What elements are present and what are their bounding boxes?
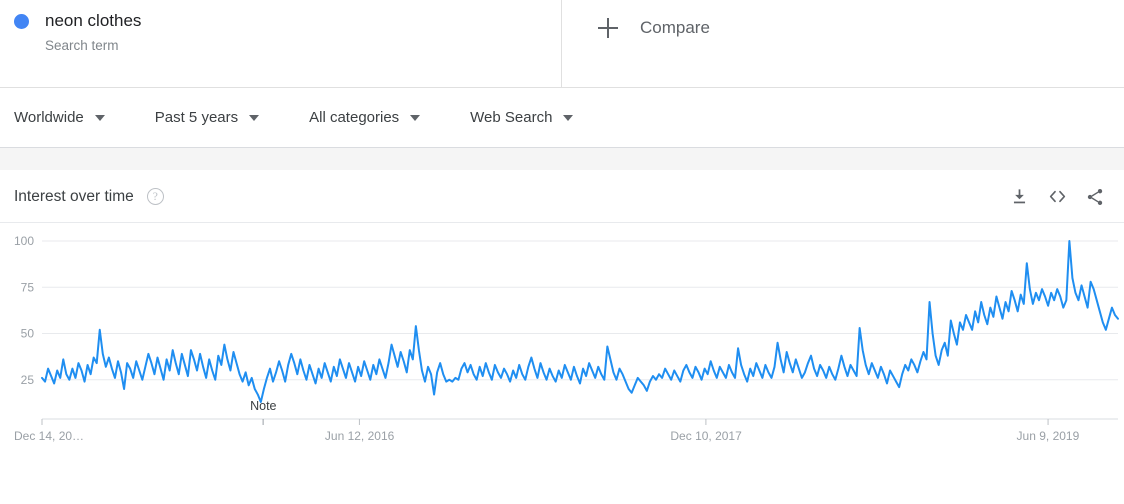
chart-card-header: Interest over time ? [0,171,1124,223]
search-term-subtitle: Search term [45,38,119,53]
filter-search-type-label: Web Search [470,109,553,126]
series-line-neon-clothes[interactable] [41,240,1119,403]
filter-time-range[interactable]: Past 5 years [154,109,260,126]
x-axis-tick-label: Jun 9, 2019 [1016,429,1080,443]
plus-icon [598,18,618,38]
filter-category-label: All categories [309,109,400,126]
filter-time-range-label: Past 5 years [154,109,239,126]
chevron-down-icon [410,114,421,121]
series-color-dot [14,14,29,29]
search-term-title: neon clothes [45,11,142,30]
chart-plot-area[interactable]: 25 50 75 100 Note Dec 14, 20… Jun 12, 2016 … [0,223,1124,503]
filter-category[interactable]: All categories [309,109,421,126]
section-separator [0,148,1124,171]
chevron-down-icon [94,114,105,121]
filter-search-type[interactable]: Web Search [470,109,574,126]
interest-over-time-card: Interest over time ? 25 50 75 100 Note D… [0,171,1124,504]
filter-location-label: Worldwide [14,109,84,126]
y-axis-tick-label: 100 [14,234,34,248]
search-term-card[interactable]: neon clothes Search term [0,0,562,87]
chevron-down-icon [563,114,574,121]
chart-title: Interest over time [14,187,134,205]
trends-line-chart[interactable]: 25 50 75 100 [0,223,1124,503]
share-icon[interactable] [1080,182,1110,212]
add-comparison-button[interactable]: Compare [562,0,1124,87]
filter-bar: Worldwide Past 5 years All categories We… [0,88,1124,148]
search-term-bar: neon clothes Search term Compare [0,0,1124,88]
chevron-down-icon [249,114,260,121]
y-axis-tick-label: 75 [21,280,35,294]
embed-code-icon[interactable] [1042,182,1072,212]
note-annotation-label: Note [250,399,277,413]
y-axis-tick-label: 50 [21,327,35,341]
compare-label: Compare [640,18,710,37]
question-mark-icon[interactable]: ? [146,188,164,205]
download-icon[interactable] [1004,182,1034,212]
x-axis-tick-label: Jun 12, 2016 [324,429,395,443]
x-axis-tick-label: Dec 10, 2017 [670,429,742,443]
y-axis-tick-label: 25 [21,373,35,387]
x-axis-tick-label: Dec 14, 20… [14,429,85,443]
filter-location[interactable]: Worldwide [14,109,105,126]
